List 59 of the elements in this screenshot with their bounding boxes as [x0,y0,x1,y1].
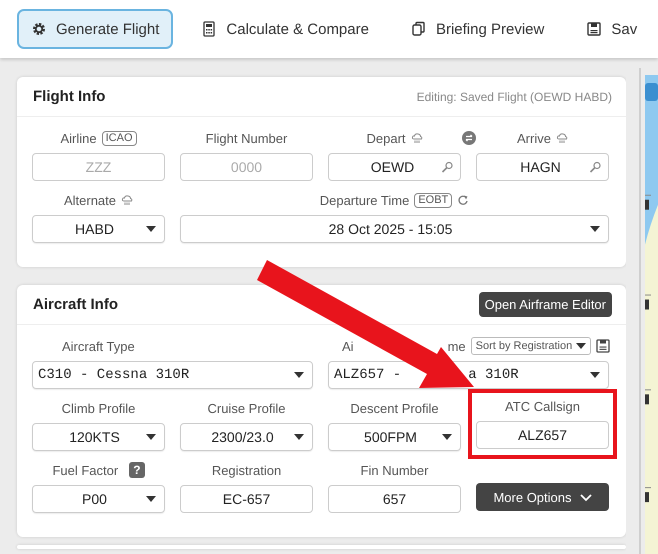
label-tag: ICAO [102,130,137,146]
dropdown[interactable]: P00 [32,485,165,513]
help-badge[interactable]: ? [129,462,145,478]
caret-icon [294,434,304,440]
search-field[interactable]: OEWD [328,153,461,181]
caret-icon [590,372,600,378]
field-label: me [448,338,466,354]
dropdown[interactable]: C310 - Cessna 310R [32,361,313,389]
caret-icon [294,372,304,378]
copy-icon [410,21,427,37]
field-label: Depart [366,130,406,146]
dropdown[interactable]: 120KTS [32,423,165,451]
input-field[interactable]: ALZ657 [476,421,609,449]
input-field[interactable]: 657 [328,485,461,513]
caret-icon [576,343,586,349]
field-label: Climb Profile [62,400,136,416]
more-options-button[interactable]: More Options [476,483,609,511]
caret-icon [146,226,156,232]
input-field[interactable]: EC-657 [180,485,313,513]
field-label: Departure Time [320,192,410,208]
field-label: Arrive [517,130,551,146]
input-field[interactable]: ZZZ [32,153,165,181]
section-title: Flight Info [33,88,106,105]
toolbar-button[interactable]: Sav [572,9,640,49]
label-tag: EOBT [414,192,452,208]
calculator-icon [201,21,218,37]
sort-dropdown[interactable]: Sort by Registration [470,337,592,355]
chevron-icon [580,492,592,502]
field-label: Flight Number [206,130,288,146]
field-label: Airline [60,130,97,146]
gear-icon [31,21,47,37]
field-label: Aircraft Type [62,338,135,354]
open-editor-button[interactable]: Open Airframe Editor [478,292,612,317]
section-title: Aircraft Info [33,296,118,313]
field-label: Ai [342,338,354,354]
dropdown[interactable]: 28 Oct 2025 - 15:05 [180,215,609,243]
caret-icon [442,434,452,440]
save-icon [586,21,602,37]
toolbar-button[interactable]: Briefing Preview [396,9,558,49]
caret-icon [590,226,600,232]
field-label: Registration [212,462,282,478]
field-label: Cruise Profile [207,400,286,416]
search-field[interactable]: HAGN [476,153,609,181]
toolbar-button[interactable]: Generate Flight [17,9,174,49]
dropdown[interactable]: HABD [32,215,165,243]
field-label: Descent Profile [350,400,439,416]
field-label: Alternate [64,192,116,208]
input-field[interactable]: 0000 [180,153,313,181]
field-label: Fuel Factor [52,462,118,478]
toolbar-button[interactable]: Calculate & Compare [187,9,383,49]
field-label: Fin Number [360,462,428,478]
field-label: ATC Callsign [505,398,580,414]
caret-icon [146,434,156,440]
search-icon [441,161,453,173]
dropdown[interactable]: 2300/23.0 [180,423,313,451]
caret-icon [146,496,156,502]
editing-note: Editing: Saved Flight (OEWD HABD) [416,90,612,104]
search-icon [589,161,601,173]
dropdown[interactable]: 500FPM [328,423,461,451]
